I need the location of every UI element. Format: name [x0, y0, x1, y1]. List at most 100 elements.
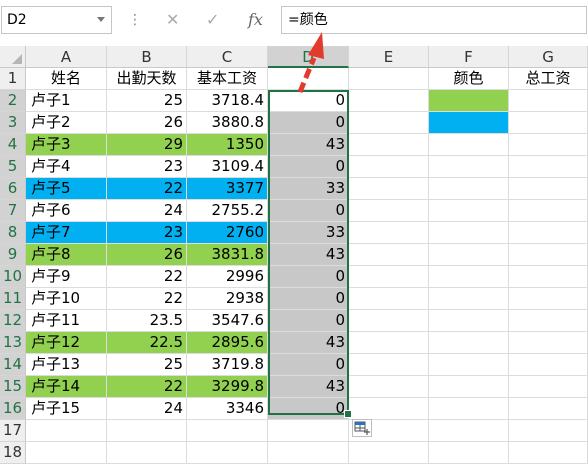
color-code-cell[interactable]: 0	[268, 354, 349, 376]
empty-cell[interactable]	[268, 420, 349, 442]
column-header-c[interactable]: C	[187, 46, 268, 68]
days-cell[interactable]: 24	[107, 398, 187, 420]
select-all-corner[interactable]	[0, 46, 26, 68]
column-header-b[interactable]: B	[107, 46, 187, 68]
empty-cell[interactable]	[509, 112, 588, 134]
empty-cell[interactable]	[509, 332, 588, 354]
column-header-d[interactable]: D	[268, 46, 349, 68]
color-code-cell[interactable]: 33	[268, 222, 349, 244]
name-cell[interactable]: 卢子14	[26, 376, 107, 398]
name-box[interactable]: D2	[1, 6, 112, 34]
empty-cell[interactable]	[509, 442, 588, 464]
empty-cell[interactable]	[509, 90, 588, 112]
empty-cell[interactable]	[349, 90, 429, 112]
header-color-cell[interactable]: 颜色	[429, 68, 509, 90]
color-code-cell[interactable]: 43	[268, 134, 349, 156]
quick-analysis-button[interactable]	[352, 419, 372, 437]
empty-cell[interactable]	[509, 310, 588, 332]
row-header-17[interactable]: 17	[0, 420, 26, 442]
empty-cell[interactable]	[349, 178, 429, 200]
days-cell[interactable]: 25	[107, 90, 187, 112]
row-header-10[interactable]: 10	[0, 266, 26, 288]
empty-cell[interactable]	[509, 222, 588, 244]
empty-cell[interactable]	[187, 442, 268, 464]
days-cell[interactable]: 29	[107, 134, 187, 156]
color-code-cell[interactable]: 43	[268, 244, 349, 266]
salary-cell[interactable]: 2755.2	[187, 200, 268, 222]
row-header-15[interactable]: 15	[0, 376, 26, 398]
row-header-13[interactable]: 13	[0, 332, 26, 354]
color-code-cell[interactable]: 0	[268, 156, 349, 178]
salary-cell[interactable]: 3831.8	[187, 244, 268, 266]
name-cell[interactable]: 卢子15	[26, 398, 107, 420]
column-header-a[interactable]: A	[26, 46, 107, 68]
name-cell[interactable]: 卢子9	[26, 266, 107, 288]
salary-cell[interactable]: 3377	[187, 178, 268, 200]
row-header-3[interactable]: 3	[0, 112, 26, 134]
name-cell[interactable]: 卢子1	[26, 90, 107, 112]
color-swatch-cell[interactable]	[429, 90, 509, 112]
color-code-cell[interactable]: 0	[268, 112, 349, 134]
empty-cell[interactable]	[429, 354, 509, 376]
color-code-cell[interactable]: 0	[268, 288, 349, 310]
empty-cell[interactable]	[429, 222, 509, 244]
row-header-18[interactable]: 18	[0, 442, 26, 464]
empty-cell[interactable]	[509, 178, 588, 200]
row-header-11[interactable]: 11	[0, 288, 26, 310]
days-cell[interactable]: 23	[107, 222, 187, 244]
header-name-cell[interactable]: 姓名	[26, 68, 107, 90]
days-cell[interactable]: 22	[107, 376, 187, 398]
empty-cell[interactable]	[429, 266, 509, 288]
row-header-4[interactable]: 4	[0, 134, 26, 156]
empty-cell[interactable]	[509, 200, 588, 222]
color-code-cell[interactable]: 0	[268, 310, 349, 332]
row-header-16[interactable]: 16	[0, 398, 26, 420]
empty-cell[interactable]	[509, 354, 588, 376]
empty-cell[interactable]	[429, 332, 509, 354]
check-icon[interactable]: ✓	[206, 11, 219, 29]
name-cell[interactable]: 卢子2	[26, 112, 107, 134]
header-days-cell[interactable]: 出勤天数	[107, 68, 187, 90]
name-cell[interactable]: 卢子7	[26, 222, 107, 244]
empty-cell[interactable]	[509, 376, 588, 398]
empty-cell[interactable]	[349, 134, 429, 156]
column-header-g[interactable]: G	[509, 46, 588, 68]
name-cell[interactable]: 卢子5	[26, 178, 107, 200]
row-header-6[interactable]: 6	[0, 178, 26, 200]
empty-cell[interactable]	[349, 354, 429, 376]
row-header-1[interactable]: 1	[0, 68, 26, 90]
color-code-cell[interactable]: 33	[268, 178, 349, 200]
row-header-8[interactable]: 8	[0, 222, 26, 244]
empty-cell[interactable]	[509, 288, 588, 310]
empty-cell[interactable]	[26, 420, 107, 442]
salary-cell[interactable]: 3719.8	[187, 354, 268, 376]
empty-cell[interactable]	[429, 376, 509, 398]
salary-cell[interactable]: 2938	[187, 288, 268, 310]
empty-cell[interactable]	[429, 200, 509, 222]
salary-cell[interactable]: 2760	[187, 222, 268, 244]
days-cell[interactable]: 26	[107, 112, 187, 134]
days-cell[interactable]: 22	[107, 288, 187, 310]
column-header-f[interactable]: F	[429, 46, 509, 68]
name-cell[interactable]: 卢子6	[26, 200, 107, 222]
name-cell[interactable]: 卢子4	[26, 156, 107, 178]
name-cell[interactable]: 卢子3	[26, 134, 107, 156]
color-swatch-cell[interactable]	[429, 112, 509, 134]
empty-cell[interactable]	[349, 310, 429, 332]
salary-cell[interactable]: 1350	[187, 134, 268, 156]
empty-cell[interactable]	[349, 222, 429, 244]
empty-cell[interactable]	[349, 266, 429, 288]
empty-cell[interactable]	[509, 156, 588, 178]
name-cell[interactable]: 卢子13	[26, 354, 107, 376]
days-cell[interactable]: 22	[107, 266, 187, 288]
empty-cell[interactable]	[107, 442, 187, 464]
salary-cell[interactable]: 2895.6	[187, 332, 268, 354]
days-cell[interactable]: 22.5	[107, 332, 187, 354]
days-cell[interactable]: 23.5	[107, 310, 187, 332]
empty-cell[interactable]	[349, 156, 429, 178]
color-code-cell[interactable]: 0	[268, 200, 349, 222]
empty-cell[interactable]	[429, 310, 509, 332]
empty-cell[interactable]	[509, 420, 588, 442]
empty-cell[interactable]	[509, 244, 588, 266]
empty-cell[interactable]	[268, 442, 349, 464]
